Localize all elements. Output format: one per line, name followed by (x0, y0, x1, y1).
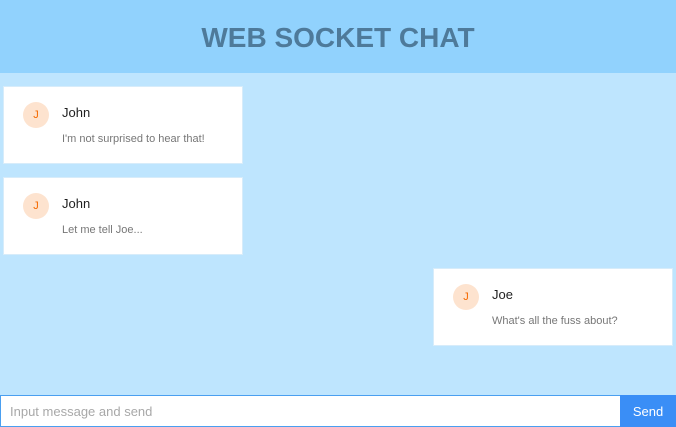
message-text: Let me tell Joe... (62, 224, 143, 236)
avatar: J (453, 284, 479, 310)
message-item: J Joe What's all the fuss about? (433, 268, 673, 346)
message-item: J John Let me tell Joe... (3, 177, 243, 255)
avatar: J (23, 102, 49, 128)
message-author: John (62, 105, 91, 120)
message-input[interactable] (0, 395, 620, 427)
message-text: What's all the fuss about? (492, 315, 618, 327)
message-item: J John I'm not surprised to hear that! (3, 86, 243, 164)
send-button[interactable]: Send (620, 395, 676, 427)
header: WEB SOCKET CHAT (0, 0, 676, 73)
message-author: John (62, 196, 91, 211)
page-title: WEB SOCKET CHAT (201, 21, 475, 53)
avatar: J (23, 193, 49, 219)
message-list: J John I'm not surprised to hear that! J… (0, 73, 676, 395)
message-text: I'm not surprised to hear that! (62, 133, 205, 145)
message-author: Joe (492, 287, 513, 302)
message-composer: Send (0, 395, 676, 427)
